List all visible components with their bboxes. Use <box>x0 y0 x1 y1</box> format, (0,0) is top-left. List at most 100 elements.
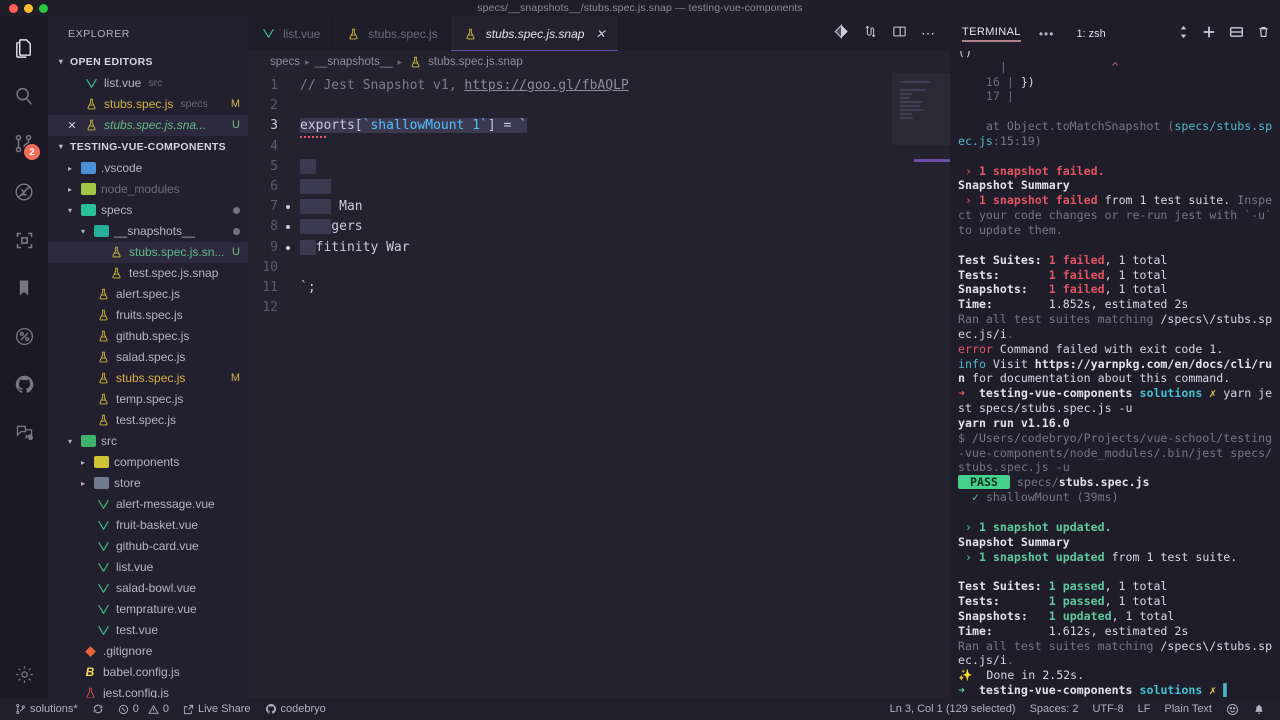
live-share-icon[interactable] <box>0 408 48 456</box>
editor-tab[interactable]: list.vue <box>248 16 334 51</box>
split-editor-icon[interactable] <box>892 24 907 44</box>
tree-file-row[interactable]: test.vue <box>48 620 248 641</box>
breadcrumb-item[interactable]: specs <box>270 56 300 68</box>
tree-file-row[interactable]: fruits.spec.js <box>48 305 248 326</box>
breadcrumb[interactable]: specs ▸ __snapshots__ ▸ stubs.spec.js.snap <box>248 51 950 73</box>
tree-file-row[interactable]: stubs.spec.js M <box>48 368 248 389</box>
gitlens-icon[interactable] <box>0 312 48 360</box>
tree-file-row[interactable]: alert-message.vue <box>48 494 248 515</box>
tree-file-row[interactable]: github.spec.js <box>48 326 248 347</box>
tree-file-row[interactable]: alert.spec.js <box>48 284 248 305</box>
split-selector-icon[interactable] <box>1178 25 1189 42</box>
status-branch[interactable]: solutions* <box>8 698 85 720</box>
open-editors-header[interactable]: ▾ OPEN EDITORS <box>48 51 248 73</box>
editor-tab[interactable]: stubs.spec.js.snap ✕ <box>450 16 619 51</box>
tree-folder-row[interactable]: ▾ specs <box>48 200 248 221</box>
search-icon[interactable] <box>0 72 48 120</box>
title-bar: specs/__snapshots__/stubs.spec.js.snap —… <box>0 0 1280 16</box>
status-language-mode[interactable]: Plain Text <box>1158 698 1220 720</box>
chevron-right-icon[interactable]: ▸ <box>78 478 88 488</box>
tree-file-row[interactable]: salad-bowl.vue <box>48 578 248 599</box>
chevron-down-icon[interactable]: ▾ <box>65 205 75 215</box>
maximize-window-button[interactable] <box>39 3 48 13</box>
minimap-slider[interactable] <box>892 73 950 145</box>
line-content[interactable]: `; <box>300 278 316 298</box>
tree-folder-row[interactable]: ▸ store <box>48 473 248 494</box>
tree-folder-row[interactable]: ▸ node_modules <box>48 179 248 200</box>
line-content[interactable] <box>300 157 316 177</box>
line-content[interactable]: Iron Man <box>300 177 363 218</box>
tree-file-row[interactable]: jest.config.js <box>48 683 248 698</box>
status-account[interactable]: codebryo <box>258 698 333 720</box>
run-debug-icon[interactable] <box>0 168 48 216</box>
chevron-right-icon[interactable]: ▸ <box>65 163 75 173</box>
tree-file-row[interactable]: temp.spec.js <box>48 389 248 410</box>
chevron-right-icon[interactable]: ▸ <box>65 184 75 194</box>
tree-file-row[interactable]: test.spec.js.snap <box>48 263 248 284</box>
code-viewport: 1 // Jest Snapshot v1, https://goo.gl/fbA… <box>248 73 950 698</box>
window-controls[interactable] <box>0 3 48 13</box>
status-live-share[interactable]: Live Share <box>176 698 258 720</box>
status-cursor-position[interactable]: Ln 3, Col 1 (129 selected) <box>883 698 1023 720</box>
status-indentation[interactable]: Spaces: 2 <box>1023 698 1086 720</box>
line-content[interactable]: Avengers <box>300 197 363 238</box>
settings-gear-icon[interactable] <box>0 650 48 698</box>
tree-folder-row[interactable]: ▾ src <box>48 431 248 452</box>
split-diff-icon[interactable] <box>834 23 849 44</box>
tree-file-row[interactable]: github-card.vue <box>48 536 248 557</box>
tree-file-row[interactable]: stubs.spec.js.sn... U <box>48 241 248 263</box>
tree-file-row[interactable]: list.vue <box>48 557 248 578</box>
line-content[interactable]: exports[`shallowMount 1`] = ` <box>300 116 527 138</box>
open-editor-item[interactable]: list.vue src <box>48 73 248 94</box>
live-share-icon <box>183 704 194 715</box>
new-terminal-icon[interactable] <box>1202 25 1216 42</box>
breadcrumb-item[interactable]: __snapshots__ <box>315 56 393 68</box>
tree-folder-row[interactable]: ▸ .vscode <box>48 158 248 179</box>
tree-file-row[interactable]: salad.spec.js <box>48 347 248 368</box>
tree-file-row[interactable]: Bbabel.config.js <box>48 662 248 683</box>
status-sync[interactable] <box>85 698 111 720</box>
code-editor[interactable]: 1 // Jest Snapshot v1, https://goo.gl/fbA… <box>248 73 892 698</box>
editor-tab[interactable]: stubs.spec.js <box>333 16 451 51</box>
close-editor-icon[interactable]: ✕ <box>66 119 78 132</box>
line-content[interactable]: // Jest Snapshot v1, https://goo.gl/fbAQ… <box>300 76 629 96</box>
breadcrumb-item[interactable]: stubs.spec.js.snap <box>428 56 523 68</box>
github-icon[interactable] <box>0 360 48 408</box>
bell-icon[interactable] <box>1246 698 1272 720</box>
line-content[interactable]: Infitinity War <box>300 217 410 258</box>
tree-file-row[interactable]: fruit-basket.vue <box>48 515 248 536</box>
split-terminal-icon[interactable] <box>1229 25 1244 42</box>
smiley-icon[interactable] <box>1219 698 1246 720</box>
terminal-output[interactable]: > 15 | expect(wrapper).toMatchSnapshot()… <box>950 51 1280 698</box>
minimap[interactable] <box>892 73 950 698</box>
tree-file-row[interactable]: test.spec.js <box>48 410 248 431</box>
close-tab-icon[interactable]: ✕ <box>595 27 605 41</box>
kill-terminal-icon[interactable] <box>1257 25 1270 42</box>
tree-folder-row[interactable]: ▾ __snapshots__ <box>48 221 248 242</box>
tree-file-row[interactable]: .gitignore <box>48 641 248 662</box>
line-content[interactable] <box>300 238 316 258</box>
terminal-tab[interactable]: TERMINAL <box>962 26 1021 42</box>
tree-file-row[interactable]: temprature.vue <box>48 599 248 620</box>
chevron-down-icon[interactable]: ▾ <box>65 436 75 446</box>
panel-more-icon[interactable]: ••• <box>1039 27 1055 41</box>
open-editor-item[interactable]: stubs.spec.js specs M <box>48 94 248 115</box>
explorer-icon[interactable] <box>0 24 48 72</box>
more-actions-icon[interactable]: ⋯ <box>921 25 936 42</box>
status-problems[interactable]: 0 0 <box>111 698 176 720</box>
close-window-button[interactable] <box>9 3 18 13</box>
tree-folder-row[interactable]: ▸ components <box>48 452 248 473</box>
bookmarks-icon[interactable] <box>0 264 48 312</box>
minimize-window-button[interactable] <box>24 3 33 13</box>
chevron-right-icon[interactable]: ▸ <box>78 457 88 467</box>
chevron-down-icon[interactable]: ▾ <box>78 226 88 236</box>
project-header[interactable]: ▾ TESTING-VUE-COMPONENTS <box>48 136 248 158</box>
extensions-icon[interactable] <box>0 216 48 264</box>
run-tests-icon[interactable] <box>863 24 878 44</box>
source-control-icon[interactable]: 2 <box>0 120 48 168</box>
tree-item-label: stubs.spec.js <box>116 371 186 386</box>
open-editor-item[interactable]: ✕ stubs.spec.js.sna... U <box>48 114 248 136</box>
status-eol[interactable]: LF <box>1131 698 1158 720</box>
terminal-shell-selector[interactable]: 1: zsh <box>1076 28 1105 40</box>
status-encoding[interactable]: UTF-8 <box>1085 698 1130 720</box>
